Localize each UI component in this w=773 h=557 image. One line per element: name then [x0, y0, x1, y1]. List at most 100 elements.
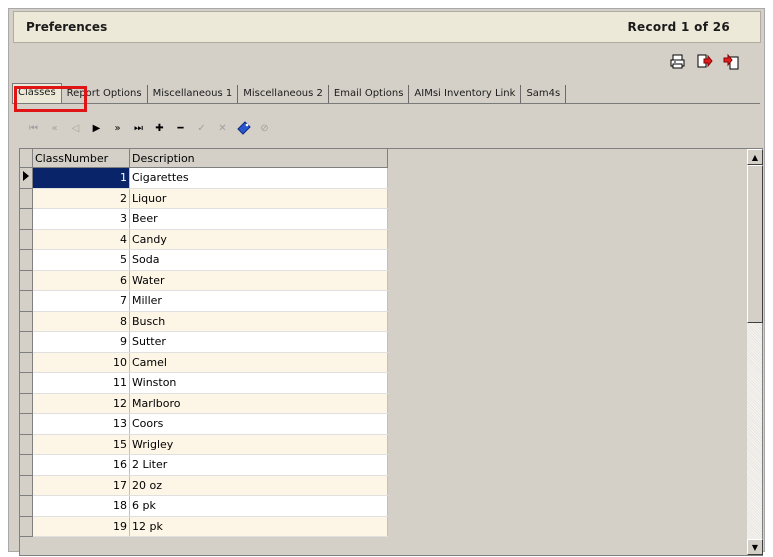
table-row[interactable]: 10 Camel — [20, 352, 388, 373]
table-row[interactable]: 3 Beer — [20, 208, 388, 230]
cell-classnumber[interactable]: 16 — [32, 454, 130, 476]
post-edit-button[interactable]: ✓ — [191, 120, 212, 136]
prior-page-button[interactable]: « — [44, 120, 65, 136]
cell-classnumber[interactable]: 2 — [32, 188, 130, 209]
import-icon[interactable] — [723, 53, 740, 70]
cell-classnumber[interactable]: 15 — [32, 434, 130, 455]
cell-description[interactable]: 6 pk — [129, 495, 388, 517]
table-row[interactable]: 16 2 Liter — [20, 454, 388, 476]
cell-classnumber[interactable]: 6 — [32, 270, 130, 291]
row-indicator[interactable] — [20, 270, 33, 291]
row-indicator[interactable] — [20, 331, 33, 353]
row-indicator[interactable] — [20, 167, 33, 189]
cell-description[interactable]: Sutter — [129, 331, 388, 353]
row-indicator[interactable] — [20, 393, 33, 414]
tab-sam4s[interactable]: Sam4s — [521, 85, 567, 103]
cell-classnumber[interactable]: 7 — [32, 290, 130, 312]
row-indicator[interactable] — [20, 352, 33, 373]
table-row[interactable]: 17 20 oz — [20, 475, 388, 496]
cell-classnumber[interactable]: 5 — [32, 249, 130, 271]
cell-description[interactable]: Miller — [129, 290, 388, 312]
row-indicator[interactable] — [20, 434, 33, 455]
cell-classnumber[interactable]: 12 — [32, 393, 130, 414]
cell-description[interactable]: Beer — [129, 208, 388, 230]
cell-description[interactable]: Camel — [129, 352, 388, 373]
table-row[interactable]: 5 Soda — [20, 249, 388, 271]
row-indicator[interactable] — [20, 208, 33, 230]
scroll-up-button[interactable]: ▲ — [747, 149, 763, 165]
row-indicator[interactable] — [20, 495, 33, 517]
table-row[interactable]: 6 Water — [20, 270, 388, 291]
tab-miscellaneous-2[interactable]: Miscellaneous 2 — [238, 85, 329, 103]
next-record-button[interactable]: ▶ — [86, 120, 107, 136]
table-row[interactable]: 7 Miller — [20, 290, 388, 312]
table-row[interactable]: 8 Busch — [20, 311, 388, 332]
cell-description[interactable]: Water — [129, 270, 388, 291]
row-indicator[interactable] — [20, 372, 33, 394]
printer-icon[interactable] — [669, 53, 686, 70]
export-icon[interactable] — [696, 53, 713, 70]
cell-classnumber[interactable]: 1 — [32, 167, 130, 189]
prior-record-button[interactable]: ◁ — [65, 120, 86, 136]
row-indicator[interactable] — [20, 516, 33, 537]
tab-classes[interactable]: Classes — [12, 83, 62, 103]
cell-classnumber[interactable]: 17 — [32, 475, 130, 496]
table-row[interactable]: 19 12 pk — [20, 516, 388, 537]
cell-description[interactable]: Candy — [129, 229, 388, 250]
cell-description[interactable]: Coors — [129, 413, 388, 435]
table-row[interactable]: 2 Liquor — [20, 188, 388, 209]
table-row[interactable]: 18 6 pk — [20, 495, 388, 517]
row-indicator[interactable] — [20, 311, 33, 332]
cell-description[interactable]: Busch — [129, 311, 388, 332]
cell-description[interactable]: Marlboro — [129, 393, 388, 414]
tab-email-options[interactable]: Email Options — [328, 85, 410, 103]
tab-report-options[interactable]: Report Options — [61, 85, 148, 103]
cell-description[interactable]: 20 oz — [129, 475, 388, 496]
next-page-button[interactable]: » — [107, 120, 128, 136]
row-indicator[interactable] — [20, 454, 33, 476]
cell-description[interactable]: 2 Liter — [129, 454, 388, 476]
row-indicator[interactable] — [20, 188, 33, 209]
scroll-thumb[interactable] — [747, 165, 763, 323]
table-row[interactable]: 13 Coors — [20, 413, 388, 435]
cell-description[interactable]: Winston — [129, 372, 388, 394]
cell-classnumber[interactable]: 19 — [32, 516, 130, 537]
vertical-scrollbar[interactable]: ▲ ▼ — [746, 149, 763, 555]
delete-record-button[interactable]: ━ — [170, 120, 191, 136]
table-row[interactable]: 9 Sutter — [20, 331, 388, 353]
tab-miscellaneous-1[interactable]: Miscellaneous 1 — [147, 85, 239, 103]
insert-record-button[interactable]: ✚ — [149, 120, 170, 136]
row-indicator[interactable] — [20, 249, 33, 271]
cell-description[interactable]: 12 pk — [129, 516, 388, 537]
last-record-button[interactable]: ⏭ — [128, 120, 149, 136]
cell-description[interactable]: Liquor — [129, 188, 388, 209]
cell-description[interactable]: Cigarettes — [129, 167, 388, 189]
goto-record-button[interactable]: ⊘ — [254, 120, 275, 136]
column-header-classnumber[interactable]: ClassNumber — [32, 149, 130, 168]
cell-classnumber[interactable]: 9 — [32, 331, 130, 353]
cell-classnumber[interactable]: 13 — [32, 413, 130, 435]
row-indicator[interactable] — [20, 413, 33, 435]
table-row[interactable]: 4 Candy — [20, 229, 388, 250]
table-row[interactable]: 11 Winston — [20, 372, 388, 394]
row-indicator[interactable] — [20, 290, 33, 312]
scroll-down-button[interactable]: ▼ — [747, 539, 763, 555]
cell-classnumber[interactable]: 8 — [32, 311, 130, 332]
table-row[interactable]: 12 Marlboro — [20, 393, 388, 414]
first-record-button[interactable]: ⏮ — [23, 120, 44, 136]
cell-description[interactable]: Wrigley — [129, 434, 388, 455]
cell-classnumber[interactable]: 10 — [32, 352, 130, 373]
row-indicator[interactable] — [20, 475, 33, 496]
tab-aimsi-inventory-link[interactable]: AIMsi Inventory Link — [409, 85, 522, 103]
cell-classnumber[interactable]: 3 — [32, 208, 130, 230]
cell-classnumber[interactable]: 11 — [32, 372, 130, 394]
cell-classnumber[interactable]: 4 — [32, 229, 130, 250]
column-header-description[interactable]: Description — [129, 149, 388, 168]
cell-classnumber[interactable]: 18 — [32, 495, 130, 517]
table-row[interactable]: 15 Wrigley — [20, 434, 388, 455]
table-row[interactable]: 1 Cigarettes — [20, 167, 388, 189]
refresh-data-button[interactable] — [233, 120, 254, 136]
cancel-edit-button[interactable]: ✕ — [212, 120, 233, 136]
row-indicator[interactable] — [20, 229, 33, 250]
cell-description[interactable]: Soda — [129, 249, 388, 271]
